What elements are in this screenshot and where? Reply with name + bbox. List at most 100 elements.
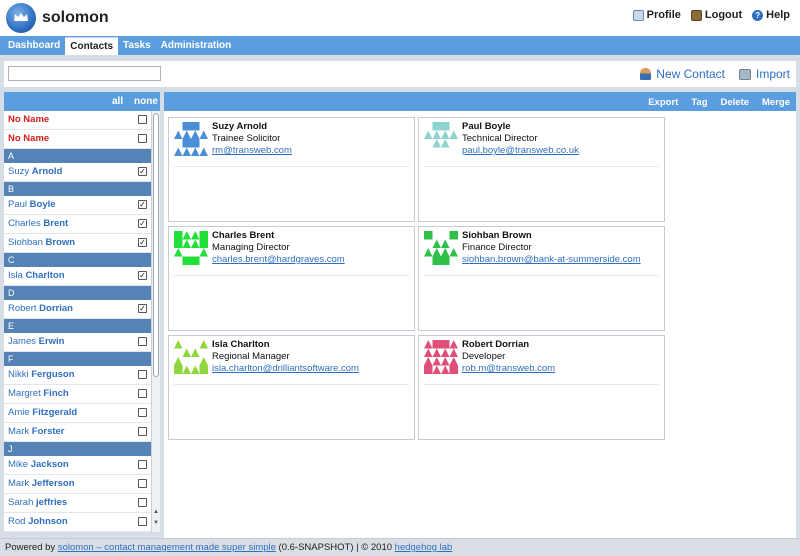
list-item[interactable]: Suzy Arnold ✓	[4, 163, 151, 182]
card-email-link[interactable]: rob.m@transweb.com	[462, 363, 555, 374]
card-email-link[interactable]: rm@transweb.com	[212, 145, 292, 156]
help-icon: ?	[752, 9, 764, 21]
contact-cards: Suzy Arnold Trainee Solicitor rm@transweb.…	[164, 111, 796, 538]
select-checkbox[interactable]	[138, 498, 147, 507]
card-divider	[424, 384, 659, 385]
contact-card[interactable]: Paul Boyle Technical Director paul.boyle@t…	[418, 117, 665, 222]
select-checkbox[interactable]: ✓	[138, 219, 147, 228]
contact-last-name: Brown	[45, 237, 76, 248]
tab-tasks[interactable]: Tasks	[118, 36, 156, 55]
new-contact-label: New Contact	[656, 67, 725, 81]
select-checkbox[interactable]	[138, 134, 147, 143]
tab-contacts[interactable]: Contacts	[65, 37, 119, 55]
list-item[interactable]: Mark Jefferson	[4, 475, 151, 494]
list-item[interactable]: Amie Fitzgerald	[4, 404, 151, 423]
tab-dashboard[interactable]: Dashboard	[3, 36, 65, 55]
select-checkbox[interactable]	[138, 479, 147, 488]
select-all-link[interactable]: all	[112, 96, 123, 107]
scroll-up-arrow[interactable]: ▲	[153, 509, 159, 515]
contact-first-name: Sarah	[8, 497, 34, 508]
app-title: solomon	[42, 9, 109, 26]
letter-divider: E	[4, 319, 151, 333]
list-item[interactable]: Paul Boyle ✓	[4, 196, 151, 215]
card-job-title: Regional Manager	[212, 351, 290, 362]
export-button[interactable]: Export	[648, 97, 678, 108]
person-add-icon	[640, 68, 652, 80]
contact-list-header: all none	[4, 92, 160, 111]
card-divider	[424, 166, 659, 167]
contact-card[interactable]: Robert Dorrian Developer rob.m@transweb.co…	[418, 335, 665, 440]
list-item[interactable]: Margret Finch	[4, 385, 151, 404]
card-job-title: Developer	[462, 351, 506, 362]
merge-button[interactable]: Merge	[762, 97, 790, 108]
contact-first-name: Rod	[8, 516, 26, 527]
hedgehog-lab-link[interactable]: hedgehog lab	[395, 542, 453, 553]
contact-card[interactable]: Isla Charlton Regional Manager isla.charlt…	[168, 335, 415, 440]
tag-button[interactable]: Tag	[691, 97, 707, 108]
select-checkbox[interactable]	[138, 517, 147, 526]
contact-card[interactable]: Suzy Arnold Trainee Solicitor rm@transweb.…	[168, 117, 415, 222]
contact-name: No Name	[8, 133, 50, 144]
contact-card[interactable]: Siohban Brown Finance Director siohban.bro…	[418, 226, 665, 331]
contact-last-name: jeffries	[36, 497, 68, 508]
contact-first-name: Mark	[8, 426, 30, 437]
select-checkbox[interactable]: ✓	[138, 200, 147, 209]
card-email-link[interactable]: charles.brent@hardgraves.com	[212, 254, 345, 265]
contact-first-name: Robert	[8, 303, 37, 314]
delete-button[interactable]: Delete	[721, 97, 750, 108]
card-email-link[interactable]: paul.boyle@transweb.co.uk	[462, 145, 579, 156]
select-checkbox[interactable]	[138, 427, 147, 436]
select-none-link[interactable]: none	[134, 96, 158, 107]
help-link[interactable]: ? Help	[752, 9, 790, 21]
app-logo	[6, 3, 36, 33]
profile-link[interactable]: Profile	[632, 9, 681, 21]
select-checkbox[interactable]	[138, 408, 147, 417]
main-content: New Contact Import all none No Name No Na…	[0, 55, 800, 538]
solomon-link[interactable]: solomon – contact management made super …	[58, 542, 276, 553]
select-checkbox[interactable]	[138, 337, 147, 346]
list-item[interactable]: No Name	[4, 130, 151, 149]
list-item[interactable]: Mike Jackson	[4, 456, 151, 475]
footer-prefix: Powered by	[5, 542, 56, 553]
logout-link[interactable]: Logout	[690, 9, 743, 21]
tab-administration[interactable]: Administration	[156, 36, 237, 55]
contact-last-name: Boyle	[29, 199, 56, 210]
list-item[interactable]: Robert Dorrian ✓	[4, 300, 151, 319]
list-item[interactable]: Isla Charlton ✓	[4, 267, 151, 286]
identicon-avatar	[424, 340, 458, 374]
list-item[interactable]: Charles Brent ✓	[4, 215, 151, 234]
list-item[interactable]: Mark Forster	[4, 423, 151, 442]
new-contact-button[interactable]: New Contact	[640, 67, 725, 81]
identicon-avatar	[424, 122, 458, 156]
list-item[interactable]: No Name	[4, 111, 151, 130]
scroll-down-arrow[interactable]: ▼	[153, 520, 159, 526]
select-checkbox[interactable]	[138, 389, 147, 398]
select-checkbox[interactable]	[138, 115, 147, 124]
contact-list-scrollbar[interactable]: ▲ ▼	[151, 111, 160, 532]
select-checkbox[interactable]: ✓	[138, 238, 147, 247]
select-checkbox[interactable]: ✓	[138, 304, 147, 313]
list-item[interactable]: Nikki Ferguson	[4, 366, 151, 385]
card-job-title: Trainee Solicitor	[212, 133, 281, 144]
select-checkbox[interactable]: ✓	[138, 167, 147, 176]
scroll-thumb[interactable]	[153, 113, 159, 377]
select-checkbox[interactable]	[138, 460, 147, 469]
contact-card[interactable]: Charles Brent Managing Director charles.br…	[168, 226, 415, 331]
list-item[interactable]: James Erwin	[4, 333, 151, 352]
card-email-link[interactable]: isla.charlton@drilliantsoftware.com	[212, 363, 359, 374]
list-item[interactable]: Rod Johnson	[4, 513, 151, 532]
list-item[interactable]: Sarah jeffries	[4, 494, 151, 513]
card-email-link[interactable]: siohban.brown@bank-at-summerside.com	[462, 254, 641, 265]
contact-last-name: Erwin	[38, 336, 65, 347]
letter-divider: C	[4, 253, 151, 267]
select-checkbox[interactable]	[138, 370, 147, 379]
card-divider	[174, 384, 409, 385]
select-checkbox[interactable]: ✓	[138, 271, 147, 280]
search-input[interactable]	[8, 66, 161, 81]
import-button[interactable]: Import	[738, 67, 790, 81]
contact-last-name: Fitzgerald	[32, 407, 78, 418]
logout-label: Logout	[704, 9, 743, 21]
bulk-actions: Export Tag Delete Merge	[648, 97, 790, 108]
list-item[interactable]: Siohban Brown ✓	[4, 234, 151, 253]
contact-last-name: Jefferson	[31, 478, 75, 489]
